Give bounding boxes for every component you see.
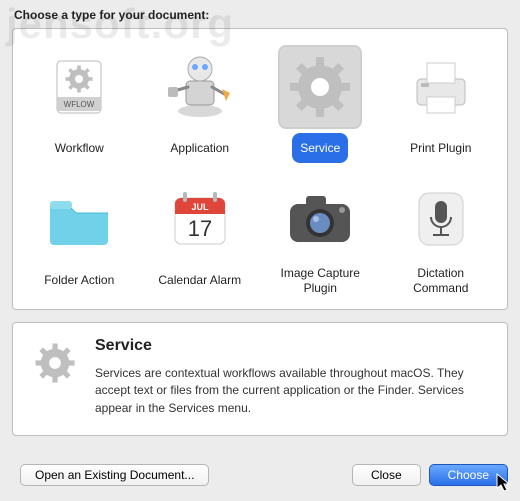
type-label: Print Plugin xyxy=(402,133,479,163)
type-label: Calendar Alarm xyxy=(150,265,249,295)
calendar-day: 17 xyxy=(188,216,212,241)
dictation-command-icon xyxy=(401,179,481,259)
svg-text:WFLOW: WFLOW xyxy=(64,100,95,109)
close-button[interactable]: Close xyxy=(352,464,421,486)
image-capture-icon xyxy=(280,179,360,259)
detail-description: Services are contextual workflows availa… xyxy=(95,365,491,417)
calendar-month: JUL xyxy=(191,202,209,212)
application-icon xyxy=(160,47,240,127)
type-label: Image Capture Plugin xyxy=(266,265,374,297)
document-type-grid-panel: WFLOW Workflow Appl xyxy=(12,28,508,310)
type-label: Workflow xyxy=(47,133,112,163)
open-existing-document-button[interactable]: Open an Existing Document... xyxy=(20,464,209,486)
dialog-heading: Choose a type for your document: xyxy=(0,0,520,28)
service-icon xyxy=(280,47,360,127)
workflow-icon: WFLOW xyxy=(39,47,119,127)
type-tile-service[interactable]: Service xyxy=(264,41,376,167)
type-label: Folder Action xyxy=(36,265,122,295)
type-tile-application[interactable]: Application xyxy=(144,41,256,167)
print-plugin-icon xyxy=(401,47,481,127)
type-tile-calendar-alarm[interactable]: JUL 17 Calendar Alarm xyxy=(144,173,256,301)
type-tile-print-plugin[interactable]: Print Plugin xyxy=(385,41,497,167)
calendar-alarm-icon: JUL 17 xyxy=(160,179,240,259)
detail-panel: Service Services are contextual workflow… xyxy=(12,322,508,436)
detail-service-icon xyxy=(29,337,81,389)
detail-title: Service xyxy=(95,337,491,355)
folder-action-icon xyxy=(39,179,119,259)
dialog-footer: Open an Existing Document... Close Choos… xyxy=(0,457,520,501)
type-label: Service xyxy=(292,133,348,163)
type-tile-workflow[interactable]: WFLOW Workflow xyxy=(23,41,135,167)
type-label: Dictation Command xyxy=(387,265,495,297)
type-label: Application xyxy=(162,133,237,163)
type-tile-folder-action[interactable]: Folder Action xyxy=(23,173,135,301)
type-tile-dictation-command[interactable]: Dictation Command xyxy=(385,173,497,301)
choose-button[interactable]: Choose xyxy=(429,464,508,486)
type-tile-image-capture-plugin[interactable]: Image Capture Plugin xyxy=(264,173,376,301)
document-type-grid: WFLOW Workflow Appl xyxy=(21,41,499,301)
